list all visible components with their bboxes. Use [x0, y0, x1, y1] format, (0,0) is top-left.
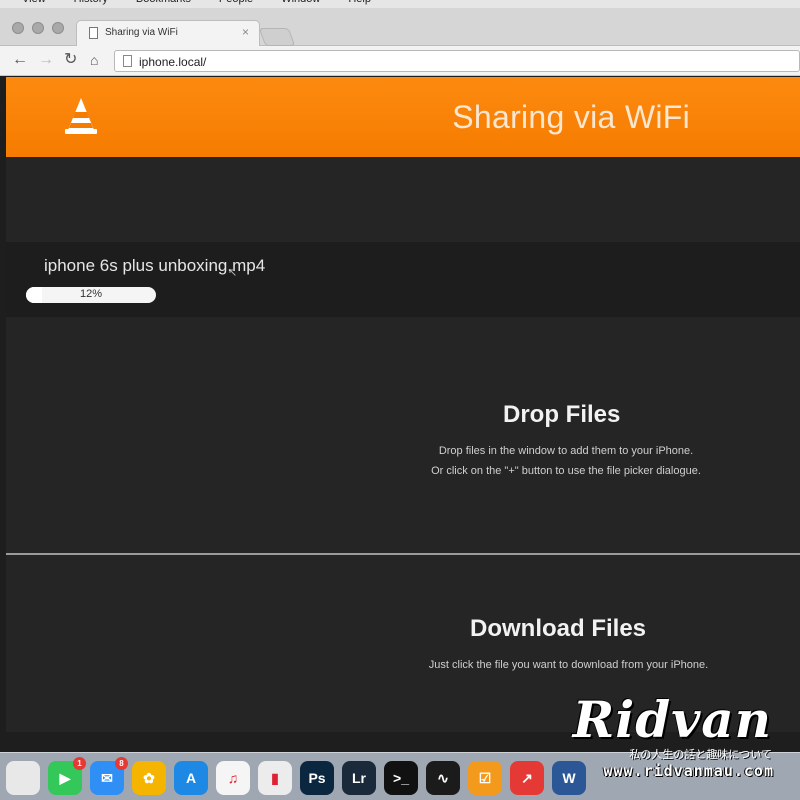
page-icon	[123, 55, 132, 67]
dock-lightroom-icon[interactable]: Lr	[342, 761, 376, 795]
dock-activity-monitor-icon[interactable]: ∿	[426, 761, 460, 795]
download-files-title: Download Files	[470, 615, 647, 642]
browser-toolbar: ← → ↻ ⌂ iphone.local/	[0, 46, 800, 76]
back-arrow-icon[interactable]: ←	[12, 51, 28, 69]
progress-label: 12%	[79, 288, 103, 300]
dock-todo-icon[interactable]: ☑	[468, 761, 502, 795]
menubar-items: View History Bookmarks People Window Help	[22, 0, 399, 5]
page-icon	[89, 27, 98, 39]
menu-item-window[interactable]: Window	[281, 0, 320, 5]
watermark-url: www.ridvanmau.com	[603, 762, 774, 780]
dock-photoshop-icon[interactable]: Ps	[300, 761, 334, 795]
dock-stocks-icon[interactable]: ↗	[510, 761, 544, 795]
dock-word-icon[interactable]: W	[552, 761, 586, 795]
menu-item-view[interactable]: View	[22, 0, 46, 5]
drop-files-title: Drop Files	[503, 401, 621, 428]
dock-app-store-icon[interactable]: A	[174, 761, 208, 795]
dock-itunes-icon[interactable]: ♫	[216, 761, 250, 795]
dock-photos-icon[interactable]: ✿	[132, 761, 166, 795]
forward-arrow-icon[interactable]: →	[38, 51, 54, 69]
dock-messages-icon[interactable]: ✉ 8	[90, 757, 128, 795]
menu-item-help[interactable]: Help	[348, 0, 371, 5]
dock-facetime-icon[interactable]: ▶ 1	[48, 757, 86, 795]
dock-numbers-icon[interactable]: ▮	[258, 761, 292, 795]
download-files-text: Just click the file you want to download…	[428, 659, 709, 671]
section-divider	[6, 553, 800, 555]
upload-progress-bar: 12%	[26, 287, 156, 303]
browser-tab[interactable]: Sharing via WiFi ×	[76, 20, 260, 47]
mouse-cursor-icon: ↖	[228, 267, 238, 279]
vlc-cone-icon	[65, 98, 97, 134]
web-page: Sharing via WiFi iphone 6s plus unboxing…	[6, 77, 800, 732]
screen: View History Bookmarks People Window Help Sha…	[0, 0, 800, 800]
reload-icon[interactable]: ↻	[64, 51, 77, 69]
mac-menubar: View History Bookmarks People Window Help	[0, 0, 800, 8]
dock-terminal-icon[interactable]: >_	[384, 761, 418, 795]
menu-item-bookmarks[interactable]: Bookmarks	[136, 0, 191, 5]
page-header: Sharing via WiFi	[6, 77, 800, 157]
home-icon[interactable]: ⌂	[90, 51, 98, 69]
watermark: Ridvan 私の人生の話と趣味について www.ridvanmau.com	[573, 690, 780, 790]
new-tab-button[interactable]	[258, 28, 296, 46]
watermark-tagline: 私の人生の話と趣味について	[629, 749, 772, 761]
tab-title: Sharing via WiFi	[105, 27, 178, 38]
drop-files-line2: Or click on the "+" button to use the fi…	[431, 465, 701, 477]
watermark-signature: Ridvan	[572, 690, 772, 749]
notification-badge: 8	[115, 757, 128, 770]
zoom-window-button[interactable]	[52, 22, 64, 34]
browser-tabbar: Sharing via WiFi ×	[0, 8, 800, 47]
menu-item-people[interactable]: People	[219, 0, 253, 5]
page-title: Sharing via WiFi	[452, 99, 690, 135]
url-text: iphone.local/	[139, 55, 207, 69]
minimize-window-button[interactable]	[32, 22, 44, 34]
notification-badge: 1	[73, 757, 86, 770]
upload-item: iphone 6s plus unboxing.mp4 ↖ 12%	[6, 242, 800, 317]
menu-item-history[interactable]: History	[74, 0, 108, 5]
drop-files-line1: Drop files in the window to add them to …	[438, 445, 694, 457]
address-bar[interactable]: iphone.local/	[114, 50, 800, 72]
close-window-button[interactable]	[12, 22, 24, 34]
tab-close-icon[interactable]: ×	[242, 25, 249, 39]
dock-notes-icon[interactable]	[6, 761, 40, 795]
